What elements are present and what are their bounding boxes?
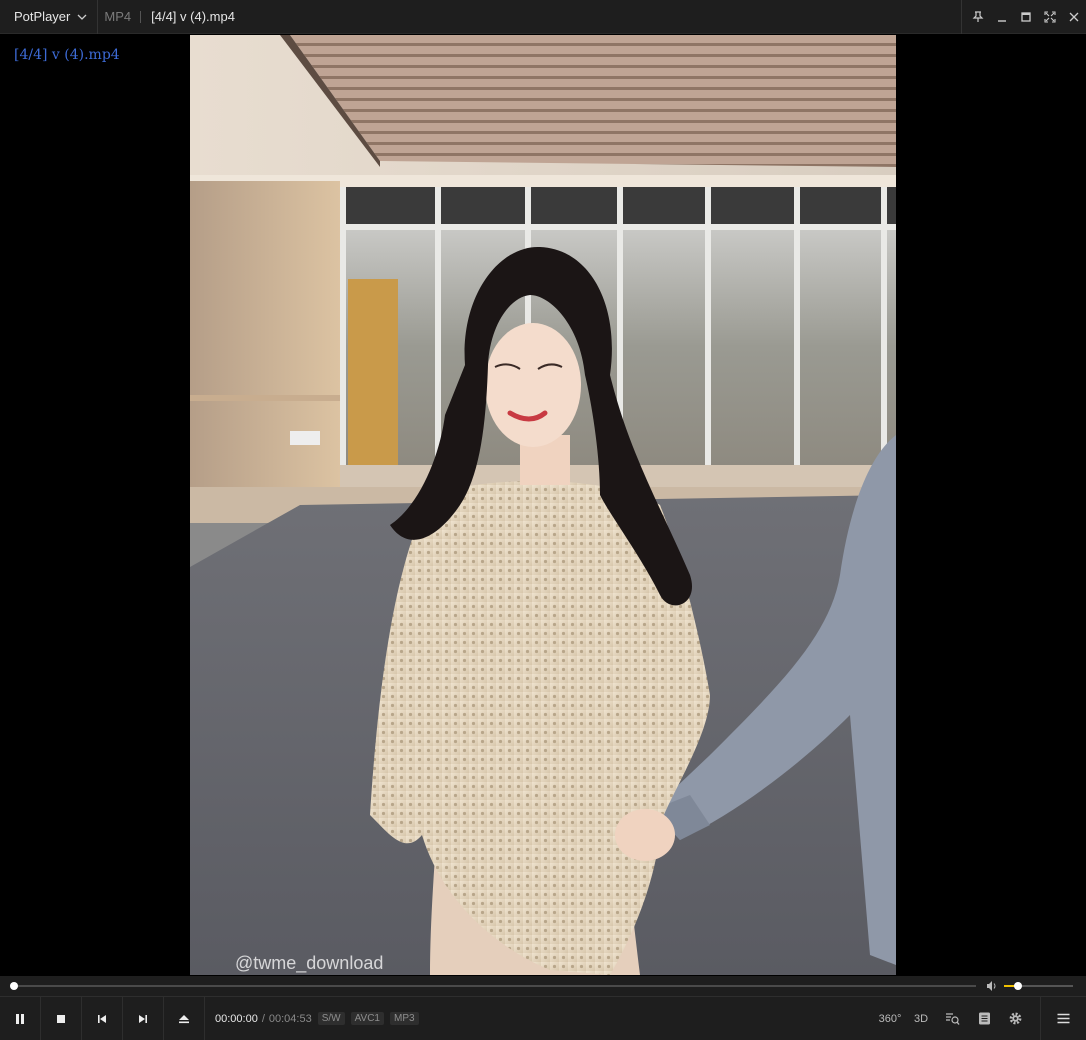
- pause-icon: [16, 1013, 24, 1024]
- maximize-button[interactable]: [1014, 0, 1038, 34]
- skip-back-icon: [98, 1014, 106, 1023]
- current-time: 00:00:00: [215, 1012, 258, 1025]
- next-button[interactable]: [123, 997, 164, 1040]
- pin-button[interactable]: [966, 0, 990, 34]
- settings-button[interactable]: [1000, 997, 1030, 1040]
- main-menu-button[interactable]: [1040, 997, 1086, 1040]
- renderer-tag[interactable]: S/W: [317, 1012, 345, 1025]
- volume-icon[interactable]: [986, 980, 998, 992]
- control-bar: 00:00:00 / 00:04:53 S/W AVC1 MP3 360° 3D: [0, 996, 1086, 1040]
- app-name: PotPlayer: [14, 9, 71, 24]
- fullscreen-icon: [1044, 11, 1056, 23]
- close-button[interactable]: [1062, 0, 1086, 34]
- total-duration: 00:04:53: [268, 1012, 312, 1025]
- osd-filename: [4/4] v (4).mp4: [14, 47, 120, 63]
- video-frame[interactable]: @twme_download: [190, 35, 896, 975]
- seek-track[interactable]: [12, 985, 976, 987]
- close-icon: [1069, 12, 1079, 22]
- minimize-button[interactable]: [990, 0, 1014, 34]
- document-icon: [978, 1012, 990, 1025]
- skip-forward-icon: [139, 1014, 147, 1023]
- title-separator: [140, 10, 142, 23]
- app-menu-button[interactable]: PotPlayer: [0, 0, 99, 34]
- fullscreen-button[interactable]: [1038, 0, 1062, 34]
- 3d-button[interactable]: 3D: [906, 997, 936, 1040]
- pin-icon: [972, 11, 984, 22]
- time-separator: /: [261, 1012, 265, 1025]
- minimize-icon: [998, 20, 1006, 22]
- chevron-down-icon: [77, 14, 87, 20]
- chapter-button[interactable]: [968, 997, 1000, 1040]
- seek-bar[interactable]: [0, 976, 1086, 996]
- pause-button[interactable]: [0, 997, 41, 1040]
- audio-codec-tag[interactable]: MP3: [390, 1012, 419, 1025]
- maximize-icon: [1021, 12, 1031, 22]
- previous-button[interactable]: [82, 997, 123, 1040]
- format-label: MP4: [104, 9, 132, 24]
- list-search-icon: [945, 1013, 960, 1025]
- video-stage[interactable]: [4/4] v (4).mp4 @twme_download: [0, 35, 1086, 975]
- volume-handle[interactable]: [1013, 982, 1022, 990]
- video-watermark: @twme_download: [235, 953, 383, 974]
- stop-icon: [57, 1014, 65, 1023]
- video-scene-image: @twme_download: [190, 35, 896, 975]
- window-title: [4/4] v (4).mp4: [151, 9, 235, 24]
- video-codec-tag[interactable]: AVC1: [350, 1012, 384, 1025]
- gear-icon: [1009, 1012, 1021, 1025]
- time-display: 00:00:00 / 00:04:53 S/W AVC1 MP3: [215, 1012, 419, 1025]
- stop-button[interactable]: [41, 997, 82, 1040]
- title-bar: PotPlayer MP4 [4/4] v (4).mp4: [0, 0, 1086, 34]
- vr-360-button[interactable]: 360°: [874, 997, 906, 1040]
- seek-handle[interactable]: [10, 982, 18, 990]
- eject-icon: [179, 1014, 189, 1023]
- vr-360-label: 360°: [878, 1012, 902, 1025]
- playlist-search-button[interactable]: [936, 997, 968, 1040]
- window-controls: [961, 0, 1086, 34]
- hamburger-menu-icon: [1057, 1013, 1070, 1024]
- eject-button[interactable]: [164, 997, 205, 1040]
- right-toolbar: 360° 3D: [874, 997, 1086, 1040]
- 3d-label: 3D: [913, 1012, 929, 1025]
